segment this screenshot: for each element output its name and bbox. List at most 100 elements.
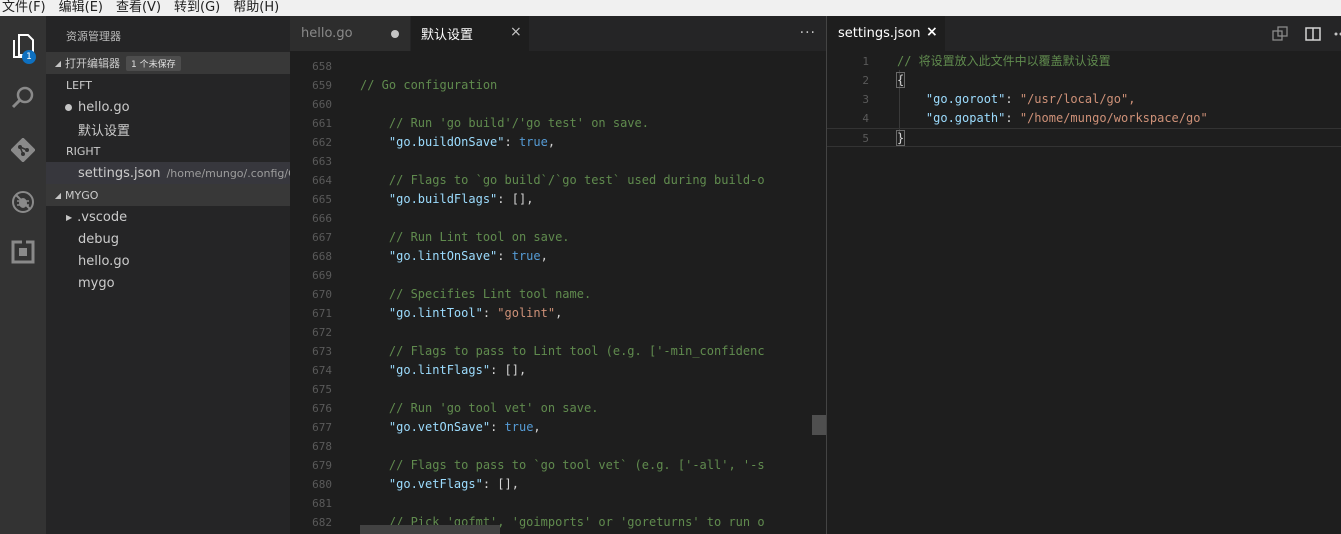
line-number: 680 [312, 478, 332, 491]
menu-edit[interactable]: 编辑(E) [53, 0, 110, 16]
code-line[interactable]: 660 [290, 95, 826, 114]
json-value: [] [511, 192, 527, 206]
extensions-icon [11, 240, 35, 264]
code-line[interactable]: 664 // Flags to `go build`/`go test` use… [290, 171, 826, 190]
left-editor[interactable]: 658 659 // Go configuration 660 661 // Run '… [290, 51, 826, 534]
code-line[interactable]: 668 "go.lintOnSave": true, [290, 247, 826, 266]
close-icon[interactable]: × [510, 24, 522, 40]
code-line[interactable]: 676 // Run 'go tool vet' on save. [290, 399, 826, 418]
code-line[interactable]: 678 [290, 437, 826, 456]
open-editors-header[interactable]: ◢ 打开编辑器 1 个未保存 [46, 52, 290, 74]
vertical-scrollbar[interactable] [812, 415, 826, 435]
code-line[interactable]: 680 "go.vetFlags": [], [290, 475, 826, 494]
code-text: // Flags to `go build`/`go test` used du… [360, 171, 765, 190]
code-line[interactable]: 681 [290, 494, 826, 513]
code-line[interactable]: 662 "go.buildOnSave": true, [290, 133, 826, 152]
file-name: 默认设置 [78, 123, 131, 139]
tree-item-label: .vscode [77, 209, 128, 225]
close-icon[interactable]: × [926, 24, 938, 40]
open-changes-icon[interactable] [1272, 26, 1288, 42]
code-text: } [895, 129, 906, 148]
code-line[interactable]: 670 // Specifies Lint tool name. [290, 285, 826, 304]
debug-activity[interactable] [0, 182, 46, 222]
dirty-dot-icon [65, 103, 72, 111]
git-activity[interactable] [0, 130, 46, 170]
tab-default-settings[interactable]: 默认设置 × [411, 16, 529, 51]
code-line[interactable]: 679 // Flags to pass to `go tool vet` (e… [290, 456, 826, 475]
code-text: // Go configuration [360, 76, 497, 95]
code-line[interactable]: 669 [290, 266, 826, 285]
open-editor-hello-go[interactable]: hello.go [46, 96, 322, 118]
line-number: 676 [312, 402, 332, 415]
file-name: settings.json [78, 165, 161, 181]
open-editor-settings-json[interactable]: settings.json /home/mungo/.config/C... [46, 162, 322, 184]
code-line[interactable]: 675 [290, 380, 826, 399]
tree-item-mygo[interactable]: mygo [46, 272, 322, 294]
search-activity[interactable] [0, 78, 46, 118]
menu-help[interactable]: 帮助(H) [227, 0, 286, 16]
menu-view[interactable]: 查看(V) [110, 0, 168, 16]
code-text: // Run Lint tool on save. [360, 228, 570, 247]
code-line[interactable]: 667 // Run Lint tool on save. [290, 228, 826, 247]
line-number: 3 [862, 93, 869, 106]
code-token: // Flags to pass to Lint tool (e.g. ['-m… [360, 344, 765, 358]
tab-label: 默认设置 [421, 28, 474, 43]
code-line[interactable]: 671 "go.lintTool": "golint", [290, 304, 826, 323]
more-actions-icon[interactable] [1333, 26, 1341, 42]
folder-header[interactable]: ◢ MYGO [46, 184, 290, 206]
code-token: // Flags to pass to `go tool vet` (e.g. … [360, 458, 765, 472]
code-line[interactable]: 3 "go.goroot": "/usr/local/go", [827, 90, 1341, 109]
tab-hello-go[interactable]: hello.go [290, 16, 410, 51]
code-line[interactable]: 666 [290, 209, 826, 228]
activity-bar: 1 [0, 16, 46, 534]
tree-item-debug[interactable]: debug [46, 228, 322, 250]
code-token: // Flags to `go build`/`go test` used du… [360, 173, 765, 187]
code-line[interactable]: 672 [290, 323, 826, 342]
code-text: // Specifies Lint tool name. [360, 285, 591, 304]
menu-file[interactable]: 文件(F) [0, 0, 53, 16]
expanded-triangle-icon: ◢ [54, 190, 62, 200]
json-key: "go.buildFlags" [388, 192, 498, 206]
open-editor-default-settings[interactable]: 默认设置 [46, 118, 322, 140]
line-number: 670 [312, 288, 332, 301]
code-line[interactable]: 665 "go.buildFlags": [], [290, 190, 826, 209]
group-right-label: RIGHT [66, 144, 101, 158]
search-icon [11, 86, 34, 109]
code-line[interactable]: 659 // Go configuration [290, 76, 826, 95]
split-editor-icon[interactable] [1305, 26, 1321, 42]
menu-goto[interactable]: 转到(G) [168, 0, 227, 16]
code-line[interactable]: 674 "go.lintFlags": [], [290, 361, 826, 380]
code-line[interactable]: 673 // Flags to pass to Lint tool (e.g. … [290, 342, 826, 361]
bug-icon [12, 191, 34, 213]
extensions-activity[interactable] [0, 232, 46, 272]
group-left-label: LEFT [66, 78, 92, 92]
code-line[interactable]: 661 // Run 'go build'/'go test' on save. [290, 114, 826, 133]
code-line[interactable]: 663 [290, 152, 826, 171]
code-line[interactable]: 4 "go.gopath": "/home/mungo/workspace/go… [827, 109, 1341, 128]
line-number: 671 [312, 307, 332, 320]
code-token: // Specifies Lint tool name. [360, 287, 592, 301]
code-line[interactable]: 2{ [827, 71, 1341, 90]
code-line[interactable]: 1 // 将设置放入此文件中以覆盖默认设置 [827, 52, 1341, 71]
tree-item-vscode[interactable]: ▶ .vscode [46, 206, 322, 228]
tree-item-label: debug [78, 231, 119, 247]
code-line[interactable]: 5} [827, 128, 1341, 147]
right-editor[interactable]: 1// 将设置放入此文件中以覆盖默认设置 2{3 "go.goroot": "/u… [827, 51, 1341, 534]
dirty-dot-icon[interactable] [391, 30, 399, 38]
json-key: "go.vetFlags" [388, 477, 483, 491]
line-number: 682 [312, 516, 332, 529]
tab-settings-json[interactable]: settings.json × [827, 16, 945, 51]
code-text: "go.vetFlags": [], [388, 477, 519, 491]
line-number: 673 [312, 345, 332, 358]
horizontal-scrollbar[interactable] [360, 525, 500, 534]
tree-item-hello-go[interactable]: hello.go [46, 250, 322, 272]
json-value: [] [504, 363, 519, 377]
more-actions-icon[interactable]: ··· [800, 25, 816, 41]
file-name: hello.go [78, 99, 130, 115]
collapsed-triangle-icon: ▶ [66, 212, 73, 222]
code-line[interactable]: 677 "go.vetOnSave": true, [290, 418, 826, 437]
line-number: 667 [312, 231, 332, 244]
code-line[interactable]: 658 [290, 57, 826, 76]
json-key: "go.lintOnSave" [388, 249, 498, 263]
json-key: "go.buildOnSave" [388, 135, 505, 149]
